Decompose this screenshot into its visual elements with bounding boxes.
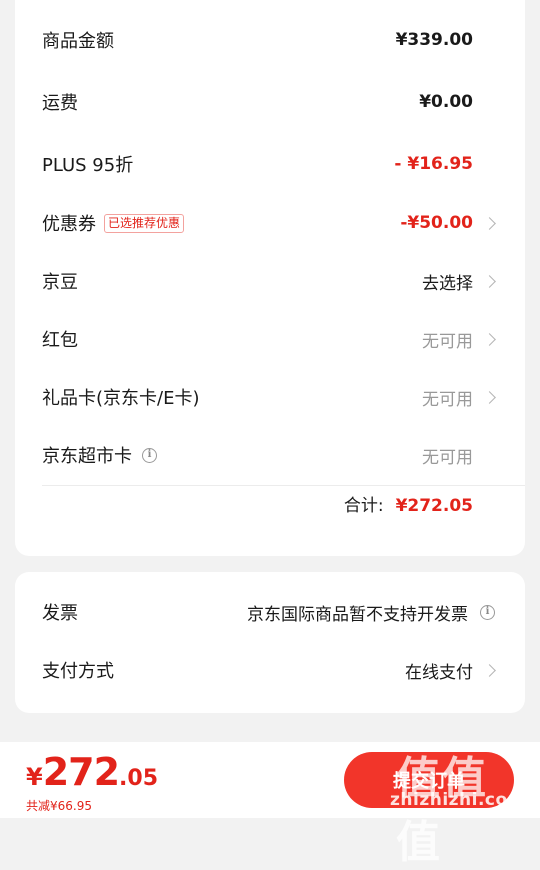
plus-discount-value: - ¥16.95 (394, 154, 473, 174)
row-plus-discount: PLUS 95折 - ¥16.95 (15, 144, 525, 184)
row-red-packet[interactable]: 红包 无可用 (15, 319, 525, 359)
row-jingdou[interactable]: 京豆 去选择 (15, 261, 525, 301)
supermarket-card-label: 京东超市卡 (42, 446, 132, 467)
jingdou-label: 京豆 (42, 272, 78, 293)
currency-symbol: ¥ (26, 763, 43, 791)
coupon-label: 优惠券 (42, 214, 96, 235)
shipping-label: 运费 (42, 93, 78, 114)
price-integer: 272 (42, 750, 120, 794)
price-summary-card: 商品金额 ¥339.00 运费 ¥0.00 PLUS 95折 - ¥16.95 … (15, 0, 525, 556)
invoice-label: 发票 (42, 603, 78, 624)
total-value: ¥272.05 (395, 496, 473, 516)
supermarket-card-label-group: 京东超市卡 i (42, 442, 157, 468)
invoice-payment-card: 发票 京东国际商品暂不支持开发票 i 支付方式 在线支付 (15, 572, 525, 713)
total-saved: 共减¥66.95 (26, 799, 92, 813)
row-supermarket-card: 京东超市卡 i 无可用 (15, 435, 525, 475)
recommended-coupon-badge: 已选推荐优惠 (104, 213, 185, 233)
total-label: 合计: (343, 496, 384, 516)
goods-amount-value: ¥339.00 (395, 30, 473, 50)
row-goods-amount: 商品金额 ¥339.00 (15, 20, 525, 60)
total-row: 合计: ¥272.05 (344, 491, 473, 516)
row-gift-card[interactable]: 礼品卡(京东卡/E卡) 无可用 (15, 377, 525, 417)
checkout-bar: ¥272.05 共减¥66.95 提交订单 (0, 742, 540, 818)
info-icon[interactable]: i (480, 604, 495, 620)
payment-method-value: 在线支付 (405, 662, 473, 683)
info-icon[interactable]: i (142, 447, 157, 463)
plus-discount-label: PLUS 95折 (42, 155, 134, 176)
payment-method-label: 支付方式 (42, 661, 114, 682)
coupon-label-group: 优惠券 已选推荐优惠 (42, 210, 185, 236)
goods-amount-label: 商品金额 (42, 31, 114, 52)
chevron-right-icon (483, 332, 496, 346)
gift-card-value: 无可用 (422, 389, 473, 410)
supermarket-card-value: 无可用 (422, 447, 473, 468)
divider (42, 485, 525, 486)
invoice-value: 京东国际商品暂不支持开发票 (247, 604, 468, 625)
row-shipping: 运费 ¥0.00 (15, 82, 525, 122)
chevron-right-icon (483, 390, 496, 404)
jingdou-value: 去选择 (422, 273, 473, 294)
red-packet-value: 无可用 (422, 331, 473, 352)
chevron-right-icon (483, 216, 496, 230)
chevron-right-icon (483, 274, 496, 288)
row-payment-method[interactable]: 支付方式 在线支付 (15, 650, 525, 690)
price-decimal: .05 (119, 766, 159, 791)
red-packet-label: 红包 (42, 330, 78, 351)
gift-card-label: 礼品卡(京东卡/E卡) (42, 388, 200, 409)
row-coupon[interactable]: 优惠券 已选推荐优惠 -¥50.00 (15, 203, 525, 243)
coupon-value: -¥50.00 (400, 213, 473, 233)
submit-order-button[interactable]: 提交订单 (344, 752, 514, 808)
chevron-right-icon (483, 663, 496, 677)
row-invoice: 发票 京东国际商品暂不支持开发票 i (15, 592, 525, 632)
final-price: ¥272.05 (26, 750, 158, 794)
shipping-value: ¥0.00 (419, 92, 473, 112)
